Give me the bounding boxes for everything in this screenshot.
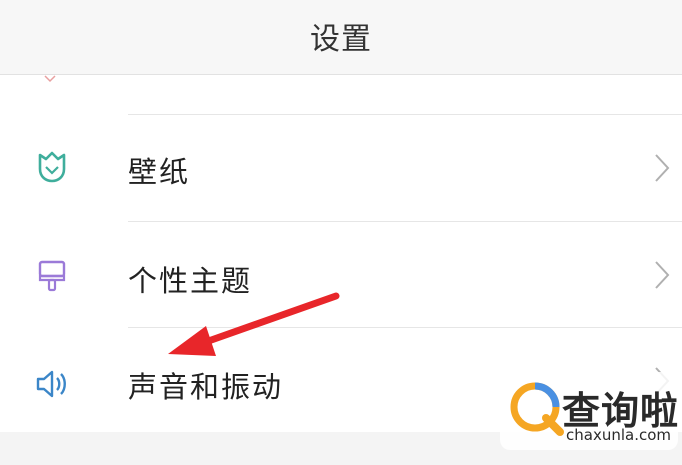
- settings-item-wallpaper[interactable]: 壁纸: [0, 115, 682, 221]
- settings-item-label: 壁纸: [128, 155, 191, 189]
- partial-icon: [44, 75, 56, 83]
- settings-item-label: 声音和振动: [128, 370, 284, 404]
- watermark: 查询啦 chaxunla.com: [500, 372, 678, 450]
- speaker-icon: [36, 370, 66, 398]
- chevron-right-icon: [655, 154, 670, 182]
- page-title: 设置: [310, 22, 372, 57]
- chevron-right-icon: [655, 261, 670, 289]
- top-app-bar: 设置: [0, 0, 682, 75]
- watermark-url: chaxunla.com: [566, 426, 671, 444]
- settings-item-partial[interactable]: [0, 75, 682, 115]
- paintbrush-icon: [38, 260, 66, 292]
- magnifier-logo-icon: [510, 382, 564, 436]
- red-arrow-annotation: [168, 292, 340, 356]
- tulip-icon: [38, 151, 66, 183]
